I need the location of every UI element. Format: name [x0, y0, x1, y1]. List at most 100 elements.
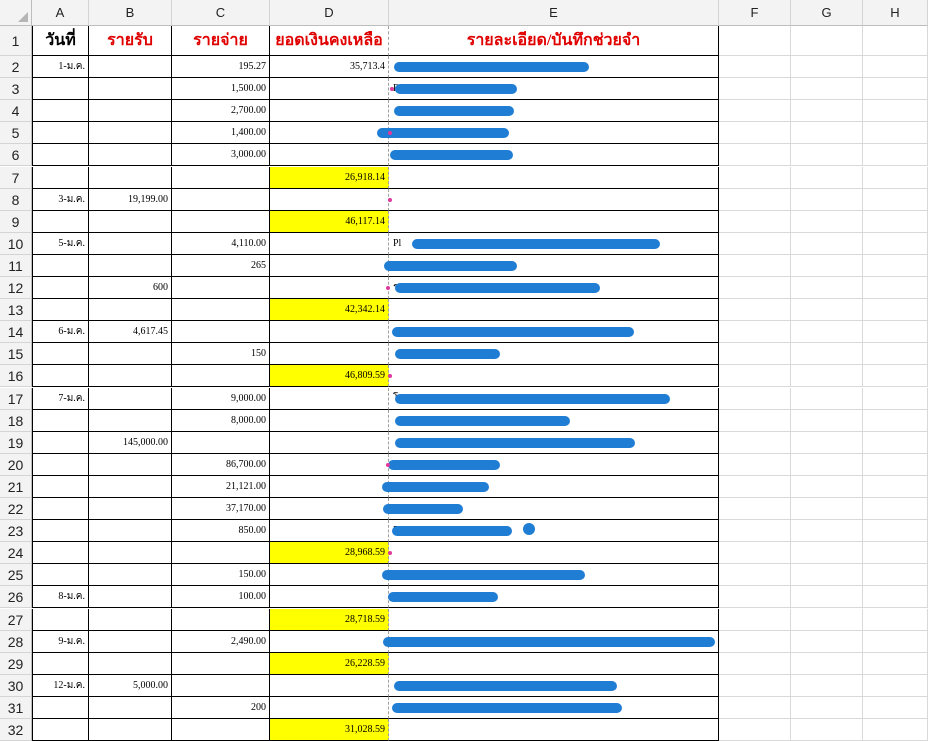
empty-cell[interactable] — [863, 232, 928, 255]
expense-cell[interactable] — [172, 719, 270, 741]
income-cell[interactable] — [89, 409, 172, 432]
expense-cell[interactable] — [172, 365, 270, 388]
expense-cell[interactable]: 1,500.00 — [172, 78, 270, 101]
header-date[interactable]: วันที่ — [32, 26, 89, 56]
date-cell[interactable] — [32, 210, 89, 233]
balance-cell[interactable]: 26,228.59 — [270, 652, 389, 675]
balance-cell[interactable] — [270, 520, 389, 543]
income-cell[interactable] — [89, 254, 172, 277]
row-header[interactable]: 20 — [0, 453, 32, 476]
date-cell[interactable]: 9-ม.ค. — [32, 630, 89, 653]
empty-cell[interactable] — [791, 409, 863, 432]
income-cell[interactable] — [89, 498, 172, 521]
column-header-h[interactable]: H — [863, 0, 928, 26]
balance-cell[interactable] — [270, 431, 389, 454]
expense-cell[interactable]: 850.00 — [172, 520, 270, 543]
income-cell[interactable] — [89, 343, 172, 366]
empty-cell[interactable] — [719, 564, 791, 587]
row-header[interactable]: 26 — [0, 586, 32, 609]
expense-cell[interactable]: 9,000.00 — [172, 387, 270, 410]
row-header[interactable]: 27 — [0, 608, 32, 631]
income-cell[interactable] — [89, 122, 172, 145]
empty-cell[interactable] — [791, 26, 863, 56]
empty-cell[interactable] — [791, 56, 863, 79]
row-header[interactable]: 12 — [0, 277, 32, 300]
empty-cell[interactable] — [791, 210, 863, 233]
date-cell[interactable] — [32, 365, 89, 388]
empty-cell[interactable] — [791, 365, 863, 388]
expense-cell[interactable]: 86,700.00 — [172, 453, 270, 476]
empty-cell[interactable] — [791, 122, 863, 145]
empty-cell[interactable] — [863, 608, 928, 631]
column-header-d[interactable]: D — [270, 0, 389, 26]
expense-cell[interactable] — [172, 431, 270, 454]
details-cell[interactable] — [389, 188, 719, 211]
empty-cell[interactable] — [863, 254, 928, 277]
empty-cell[interactable] — [863, 277, 928, 300]
empty-cell[interactable] — [791, 475, 863, 498]
empty-cell[interactable] — [791, 564, 863, 587]
row-header[interactable]: 1 — [0, 26, 32, 56]
date-cell[interactable] — [32, 453, 89, 476]
expense-cell[interactable] — [172, 188, 270, 211]
empty-cell[interactable] — [719, 321, 791, 344]
empty-cell[interactable] — [719, 100, 791, 123]
balance-cell[interactable]: 28,718.59 — [270, 608, 389, 631]
empty-cell[interactable] — [719, 696, 791, 719]
expense-cell[interactable] — [172, 652, 270, 675]
balance-cell[interactable] — [270, 498, 389, 521]
income-cell[interactable] — [89, 542, 172, 565]
expense-cell[interactable] — [172, 166, 270, 189]
expense-cell[interactable]: 2,700.00 — [172, 100, 270, 123]
column-header-e[interactable]: E — [389, 0, 719, 26]
empty-cell[interactable] — [719, 144, 791, 167]
balance-cell[interactable] — [270, 254, 389, 277]
expense-cell[interactable]: 3,000.00 — [172, 144, 270, 167]
income-cell[interactable] — [89, 453, 172, 476]
date-cell[interactable] — [32, 520, 89, 543]
empty-cell[interactable] — [719, 630, 791, 653]
expense-cell[interactable]: 100.00 — [172, 586, 270, 609]
empty-cell[interactable] — [863, 343, 928, 366]
details-cell[interactable] — [389, 365, 719, 388]
row-header[interactable]: 29 — [0, 652, 32, 675]
expense-cell[interactable] — [172, 210, 270, 233]
empty-cell[interactable] — [863, 210, 928, 233]
empty-cell[interactable] — [791, 166, 863, 189]
date-cell[interactable] — [32, 431, 89, 454]
empty-cell[interactable] — [719, 254, 791, 277]
empty-cell[interactable] — [791, 277, 863, 300]
expense-cell[interactable]: 8,000.00 — [172, 409, 270, 432]
empty-cell[interactable] — [719, 232, 791, 255]
empty-cell[interactable] — [863, 586, 928, 609]
empty-cell[interactable] — [719, 56, 791, 79]
expense-cell[interactable] — [172, 321, 270, 344]
empty-cell[interactable] — [863, 365, 928, 388]
balance-cell[interactable] — [270, 122, 389, 145]
row-header[interactable]: 16 — [0, 365, 32, 388]
balance-cell[interactable]: 28,968.59 — [270, 542, 389, 565]
empty-cell[interactable] — [863, 475, 928, 498]
empty-cell[interactable] — [863, 56, 928, 79]
balance-cell[interactable]: 35,713.4 — [270, 56, 389, 79]
row-header[interactable]: 6 — [0, 144, 32, 167]
column-header-b[interactable]: B — [89, 0, 172, 26]
empty-cell[interactable] — [863, 387, 928, 410]
expense-cell[interactable]: 195.27 — [172, 56, 270, 79]
income-cell[interactable] — [89, 608, 172, 631]
balance-cell[interactable] — [270, 232, 389, 255]
empty-cell[interactable] — [719, 674, 791, 697]
empty-cell[interactable] — [719, 608, 791, 631]
row-header[interactable]: 19 — [0, 431, 32, 454]
empty-cell[interactable] — [719, 520, 791, 543]
income-cell[interactable]: 145,000.00 — [89, 431, 172, 454]
empty-cell[interactable] — [719, 498, 791, 521]
balance-cell[interactable] — [270, 630, 389, 653]
empty-cell[interactable] — [863, 166, 928, 189]
column-header-g[interactable]: G — [791, 0, 863, 26]
empty-cell[interactable] — [791, 100, 863, 123]
income-cell[interactable] — [89, 630, 172, 653]
empty-cell[interactable] — [791, 696, 863, 719]
date-cell[interactable] — [32, 100, 89, 123]
empty-cell[interactable] — [791, 719, 863, 741]
